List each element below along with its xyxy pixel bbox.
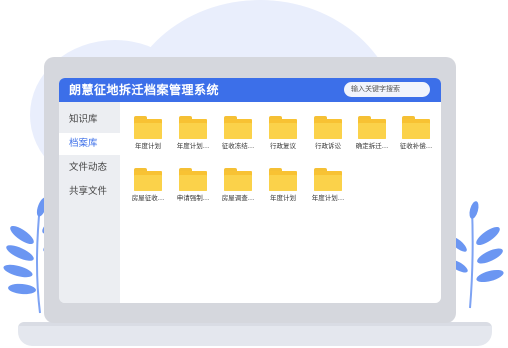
- folder-label: 房屋调查…: [221, 194, 255, 202]
- folder-label: 行政复议: [270, 142, 296, 150]
- sidebar-item-archive[interactable]: 档案库: [59, 133, 120, 155]
- folder-icon: [314, 116, 342, 139]
- folder-icon: [134, 116, 162, 139]
- folder-icon: [224, 168, 252, 191]
- folder-label: 房屋征收…: [131, 194, 165, 202]
- folder-label: 征收补偿…: [399, 142, 433, 150]
- leaf-decoration-right-icon: [448, 201, 504, 309]
- folder-icon: [179, 168, 207, 191]
- folder-icon: [358, 116, 386, 139]
- app-header: 朗慧征地拆迁档案管理系统 输入关键字搜索: [59, 78, 441, 102]
- folder-label: 年度计划: [270, 194, 296, 202]
- folder-icon: [179, 116, 207, 139]
- sidebar-item-label: 档案库: [69, 138, 98, 149]
- sidebar-item-knowledge-base[interactable]: 知识库: [59, 109, 120, 131]
- app-window: 朗慧征地拆迁档案管理系统 输入关键字搜索 知识库 档案库 文件动态 共享文件 年…: [59, 78, 441, 303]
- folder-label: 征收冻结…: [221, 142, 255, 150]
- folder-icon: [269, 116, 297, 139]
- folder-icon: [224, 116, 252, 139]
- app-title: 朗慧征地拆迁档案管理系统: [69, 83, 220, 97]
- folder-icon: [314, 168, 342, 191]
- folder-label: 行政诉讼: [315, 142, 341, 150]
- sidebar-item-label: 共享文件: [69, 186, 108, 197]
- folder-grid: 年度计划 年度计划… 征收冻结… 行政复议 行政诉讼 确定拆迁… 征收补偿… 房…: [120, 102, 441, 303]
- search-placeholder: 输入关键字搜索: [351, 85, 400, 93]
- folder-label: 申请强制…: [176, 194, 210, 202]
- folder-icon: [134, 168, 162, 191]
- sidebar-item-file-updates[interactable]: 文件动态: [59, 157, 120, 179]
- sidebar-item-shared-files[interactable]: 共享文件: [59, 181, 120, 203]
- folder-label: 确定拆迁…: [355, 142, 389, 150]
- sidebar-item-label: 文件动态: [69, 162, 108, 173]
- folder-label: 年度计划…: [311, 194, 345, 202]
- folder-label: 年度计划…: [176, 142, 210, 150]
- sidebar: 知识库 档案库 文件动态 共享文件: [59, 102, 120, 303]
- folder-icon: [402, 116, 430, 139]
- laptop-base: [18, 326, 492, 346]
- folder-label: 年度计划: [135, 142, 161, 150]
- folder-icon: [269, 168, 297, 191]
- search-input[interactable]: 输入关键字搜索: [344, 82, 430, 97]
- sidebar-item-label: 知识库: [69, 114, 98, 125]
